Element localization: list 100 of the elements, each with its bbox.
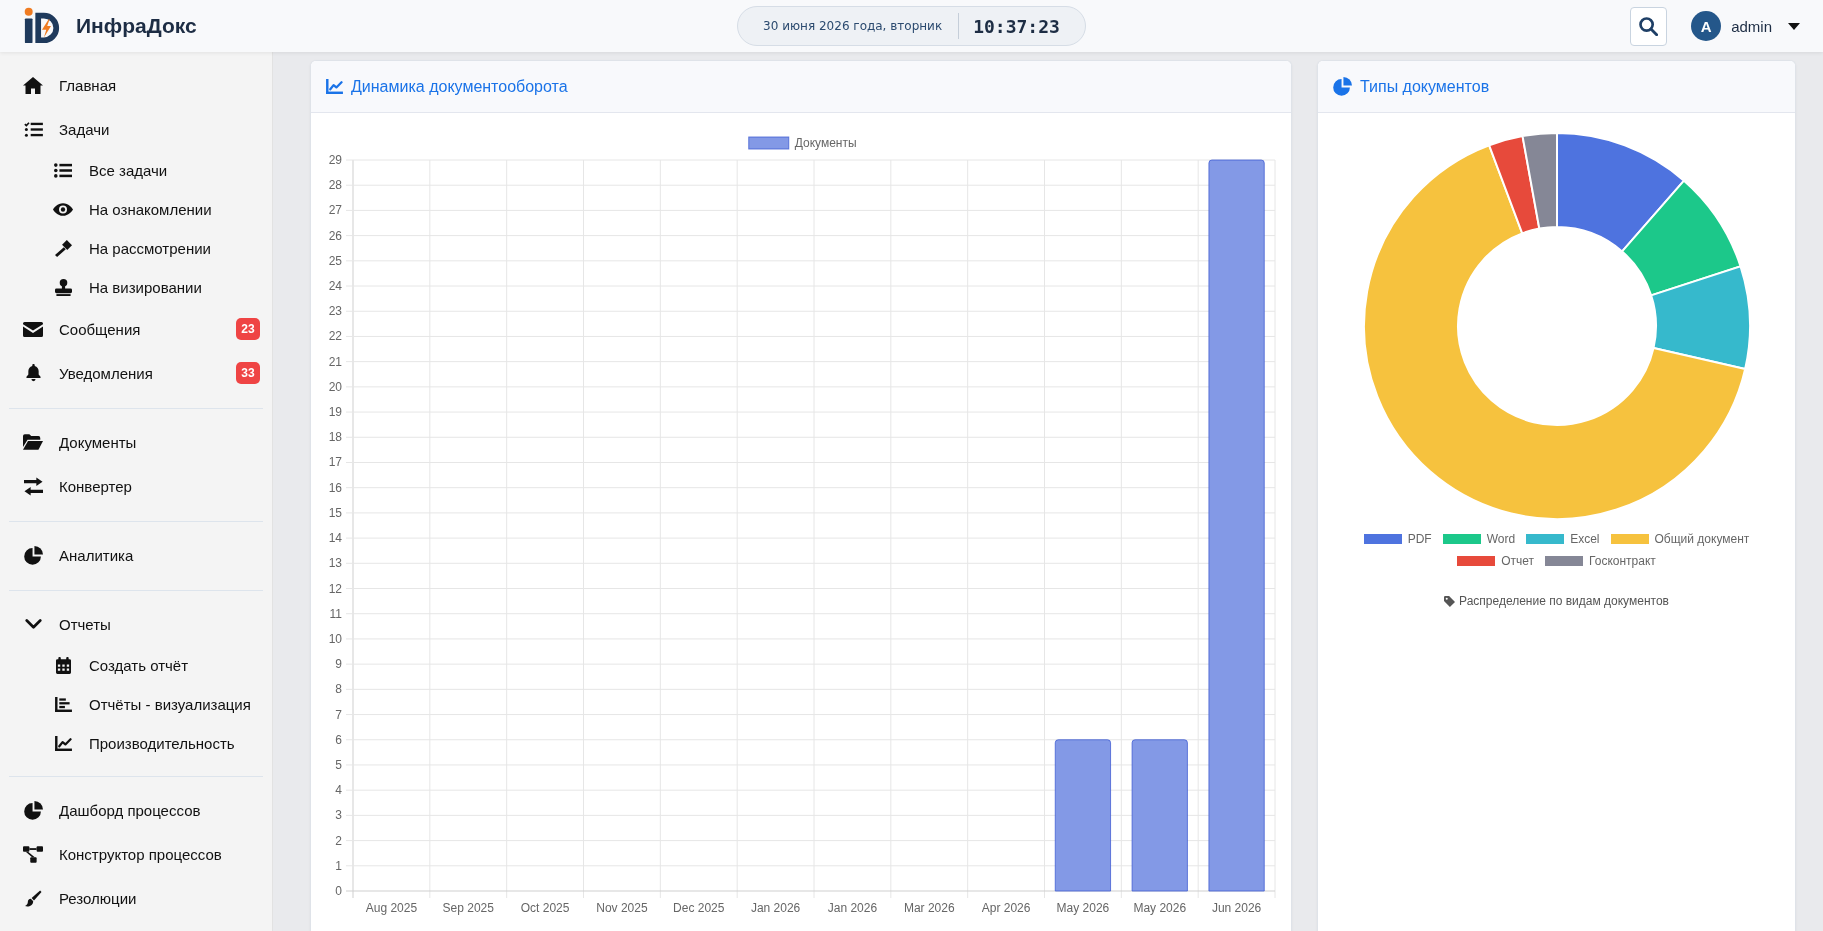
nav-link[interactable]: Конвертер [23,476,132,496]
count-badge: 23 [236,318,260,340]
y-tick-label: 3 [335,808,342,823]
date-text: 30 июня 2026 года, вторник [763,19,943,33]
y-tick-label: 15 [328,505,342,520]
y-tick-label: 1 [335,858,342,873]
chart-caption: Распределение по видам документов [1459,594,1669,608]
nav-link[interactable]: Главная [23,76,117,94]
nav-link[interactable]: Резолюции [23,889,137,907]
y-tick-label: 16 [328,480,342,495]
nav-link[interactable]: Аналитика [23,545,134,565]
tag-icon [1444,595,1456,607]
y-tick-label: 9 [335,657,342,672]
legend-label: Общий документ [1654,532,1750,546]
y-tick-label: 21 [328,354,342,369]
pie-chart-icon [1333,77,1352,96]
nav-link[interactable]: Дашборд процессов [23,800,201,820]
y-tick-label: 2 [335,833,342,848]
calendar-icon [55,657,71,674]
legend-label: PDF [1407,532,1432,546]
y-tick-label: 17 [328,455,342,470]
y-tick-label: 0 [335,884,342,898]
line-chart-icon [326,79,343,94]
nav-link[interactable]: Отчеты [23,615,111,633]
y-tick-label: 18 [328,430,342,445]
sub-nav-link[interactable]: На визировании [53,279,202,296]
bar-chart-icon [54,697,72,712]
y-tick-label: 29 [328,153,342,167]
nav-link[interactable]: Конструктор процессов [23,845,222,863]
pie-chart-icon [23,800,43,820]
clock-time: 10:37:23 [973,15,1060,37]
card-title: Динамика документооборота [351,77,568,96]
search-button[interactable] [1630,6,1668,46]
checklist-icon [23,121,43,137]
y-tick-label: 14 [328,531,342,546]
folder-icon [23,434,43,450]
x-tick-label: Jan 2026 [827,901,878,915]
nav-link[interactable]: Задачи [23,120,110,138]
x-tick-label: Dec 2025 [673,901,725,915]
envelope-icon [23,321,43,337]
x-tick-label: Apr 2026 [981,901,1031,915]
gavel-icon [54,240,72,257]
sub-nav-link[interactable]: На ознакомлении [53,201,212,218]
user-menu-button[interactable]: A admin [1691,11,1800,41]
app-name: ИнфраДокс [76,14,197,38]
eye-icon [53,203,73,216]
brush-icon [24,889,42,907]
legend-label: Госконтракт [1589,554,1656,568]
x-tick-label: Sep 2025 [442,901,494,915]
y-tick-label: 8 [335,682,342,697]
y-tick-label: 13 [328,556,342,571]
y-tick-label: 11 [329,606,342,621]
sub-nav-link[interactable]: Все задачи [53,162,168,179]
user-avatar: A [1691,11,1722,41]
y-tick-label: 28 [328,178,342,193]
pie-chart-icon [23,545,43,565]
legend-label: Excel [1570,532,1600,546]
nav-link[interactable]: Уведомления [23,364,153,382]
x-tick-label: Aug 2025 [365,901,418,915]
legend-label: Word [1486,532,1516,546]
sub-nav-link[interactable]: Производительность [53,735,235,752]
home-icon [23,76,43,94]
y-tick-label: 4 [335,783,342,798]
y-tick-label: 6 [335,732,342,747]
y-tick-label: 24 [328,279,342,294]
x-tick-label: Oct 2025 [520,901,570,915]
sub-nav-link[interactable]: Отчёты - визуализация [53,696,251,713]
caret-icon [1788,22,1800,30]
x-tick-label: May 2026 [1056,901,1110,915]
x-tick-label: Jan 2026 [750,901,801,915]
nodes-icon [23,845,43,863]
y-tick-label: 19 [328,405,342,420]
x-tick-label: Mar 2026 [903,901,955,915]
sub-nav-link[interactable]: На рассмотрении [53,240,211,257]
nav-link[interactable]: Сообщения [23,320,141,338]
list-icon [54,163,72,178]
y-tick-label: 20 [328,379,342,394]
card-title: Типы документов [1360,77,1490,96]
x-tick-label: Nov 2025 [596,901,648,915]
y-tick-label: 26 [328,228,342,243]
line-chart-icon [54,736,72,751]
bell-icon [25,364,41,382]
swap-arrows-icon [23,476,43,496]
logo-icon [23,7,61,45]
y-tick-label: 22 [328,329,342,344]
stamp-icon [54,279,72,296]
sub-nav-link[interactable]: Создать отчёт [53,657,189,674]
x-tick-label: Jun 2026 [1211,901,1262,915]
search-icon [1639,16,1659,36]
y-tick-label: 23 [328,304,342,319]
x-tick-label: May 2026 [1133,901,1187,915]
legend-label: Документы [794,136,857,150]
nav-link[interactable]: Документы [23,433,137,451]
y-tick-label: 12 [328,581,342,596]
y-tick-label: 5 [335,757,342,772]
y-tick-label: 7 [335,707,342,722]
count-badge: 33 [236,362,260,384]
legend-label: Отчет [1501,554,1535,568]
y-tick-label: 10 [328,631,342,646]
y-tick-label: 25 [328,253,342,268]
